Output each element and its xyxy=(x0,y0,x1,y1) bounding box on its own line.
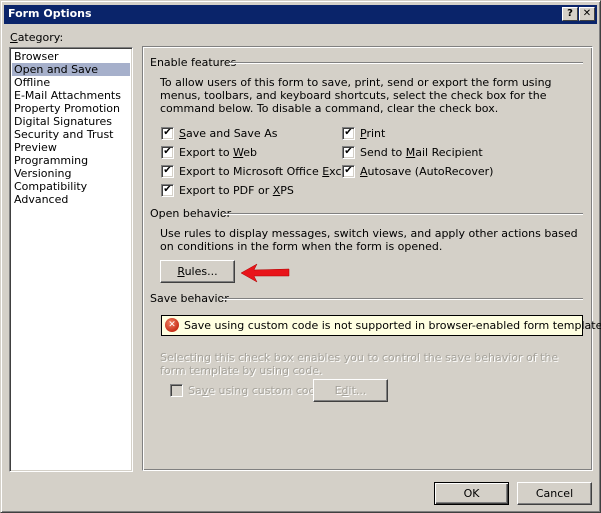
checkbox-label: Save using custom code xyxy=(188,384,323,397)
red-arrow-annotation-icon xyxy=(240,263,290,283)
cancel-button[interactable]: Cancel xyxy=(517,482,592,505)
close-icon: ✕ xyxy=(582,8,592,19)
check-icon: ✔ xyxy=(344,165,353,176)
warning-message: ✕ Save using custom code is not supporte… xyxy=(161,315,601,336)
checkbox-box[interactable]: ✔ xyxy=(161,184,174,197)
category-item-advanced[interactable]: Advanced xyxy=(12,193,130,206)
check-icon: ✔ xyxy=(163,165,172,176)
save-behavior-description: Selecting this check box enables you to … xyxy=(160,351,559,377)
title-bar[interactable]: Form Options ? ✕ xyxy=(4,5,597,24)
category-item-programming[interactable]: Programming xyxy=(12,154,130,167)
category-item-security-and-trust[interactable]: Security and Trust xyxy=(12,128,130,141)
check-icon: ✔ xyxy=(163,184,172,195)
help-icon: ? xyxy=(567,8,573,19)
checkbox-box[interactable]: ✔ xyxy=(161,165,174,178)
open-behavior-header: Open behavior xyxy=(150,207,232,220)
checkbox-label: Autosave (AutoRecover) xyxy=(360,165,494,178)
save-behavior-header: Save behavior xyxy=(150,292,229,305)
window-title: Form Options xyxy=(8,7,92,20)
checkbox-label: Save and Save As xyxy=(179,127,278,140)
checkbox-label: Export to Web xyxy=(179,146,258,159)
category-item-digital-signatures[interactable]: Digital Signatures xyxy=(12,115,130,128)
category-item-property-promotion[interactable]: Property Promotion xyxy=(12,102,130,115)
category-item-email-attachments[interactable]: E-Mail Attachments xyxy=(12,89,130,102)
checkbox-box[interactable]: ✔ xyxy=(342,127,355,140)
check-icon: ✔ xyxy=(163,127,172,138)
error-icon: ✕ xyxy=(165,318,179,332)
check-icon: ✔ xyxy=(344,146,353,157)
help-button[interactable]: ? xyxy=(562,7,578,21)
enable-features-header: Enable features xyxy=(150,56,237,69)
edit-button[interactable]: Edit... xyxy=(313,379,388,402)
category-item-open-and-save[interactable]: Open and Save xyxy=(12,63,130,76)
checkbox-box[interactable]: ✔ xyxy=(161,146,174,159)
category-item-versioning[interactable]: Versioning xyxy=(12,167,130,180)
check-icon: ✔ xyxy=(163,146,172,157)
checkbox-label: Export to Microsoft Office Excel xyxy=(179,165,352,178)
checkbox-box[interactable]: ✔ xyxy=(161,127,174,140)
checkbox-box[interactable]: ✔ xyxy=(342,165,355,178)
category-item-offline[interactable]: Offline xyxy=(12,76,130,89)
category-item-compatibility[interactable]: Compatibility xyxy=(12,180,130,193)
form-options-dialog: Form Options ? ✕ Category: Browser Open … xyxy=(0,0,601,513)
ok-button[interactable]: OK xyxy=(434,482,509,505)
save-behavior-divider xyxy=(222,298,583,300)
check-icon: ✔ xyxy=(344,127,353,138)
category-item-preview[interactable]: Preview xyxy=(12,141,130,154)
rules-button[interactable]: Rules... xyxy=(160,260,235,283)
open-behavior-divider xyxy=(223,213,583,215)
open-behavior-description: Use rules to display messages, switch vi… xyxy=(160,227,578,253)
category-item-browser[interactable]: Browser xyxy=(12,50,130,63)
category-label: Category: xyxy=(10,31,64,44)
checkbox-label: Export to PDF or XPS xyxy=(179,184,294,197)
checkbox-box[interactable] xyxy=(170,384,183,397)
checkbox-label: Print xyxy=(360,127,386,140)
checkbox-box[interactable]: ✔ xyxy=(342,146,355,159)
enable-features-divider xyxy=(229,62,583,64)
checkbox-label: Send to Mail Recipient xyxy=(360,146,483,159)
close-button[interactable]: ✕ xyxy=(579,7,595,21)
category-list[interactable]: Browser Open and Save Offline E-Mail Att… xyxy=(9,47,133,472)
warning-text: Save using custom code is not supported … xyxy=(184,319,601,332)
enable-features-description: To allow users of this form to save, pri… xyxy=(160,76,552,115)
